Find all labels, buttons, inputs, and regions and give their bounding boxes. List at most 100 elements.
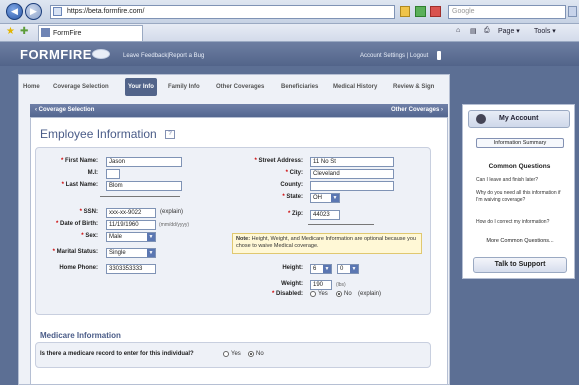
- more-questions-link[interactable]: More Common Questions...: [476, 238, 564, 244]
- weight-label: Weight:: [281, 281, 303, 287]
- optional-note: Note: Height, Weight, and Medicare Infor…: [232, 233, 422, 254]
- ssn-field[interactable]: xxx-xx-9022: [106, 208, 156, 218]
- talk-to-support-button[interactable]: Talk to Support: [473, 257, 567, 273]
- chevron-down-icon: ▼: [147, 249, 155, 257]
- mi-label: M.I:: [87, 170, 98, 176]
- first-name-label: * First Name:: [60, 158, 98, 164]
- marital-value: Single: [109, 250, 126, 256]
- state-value: OH: [313, 195, 322, 201]
- stop-icon[interactable]: [430, 6, 441, 17]
- print-icon[interactable]: ⎙: [484, 27, 490, 35]
- dob-label: * Date of Birth:: [55, 221, 98, 227]
- lock-icon[interactable]: [400, 6, 410, 17]
- height-inches-select[interactable]: 0 ▼: [337, 264, 359, 274]
- weight-unit: (lbs): [336, 282, 346, 288]
- search-input[interactable]: Google: [448, 5, 566, 19]
- dob-hint: (mm/dd/yyyy): [159, 222, 189, 228]
- faq-correct-link[interactable]: How do I correct my information?: [476, 219, 564, 226]
- tab-review-sign[interactable]: Review & Sign: [390, 78, 437, 96]
- chevron-down-icon: ▼: [323, 265, 331, 273]
- favicon-icon: [41, 28, 50, 37]
- state-label: * State:: [282, 194, 303, 200]
- sex-value: Male: [109, 234, 123, 240]
- city-label: * City:: [285, 170, 303, 176]
- tools-menu[interactable]: Tools ▾: [534, 27, 556, 35]
- sex-select[interactable]: Male ▼: [106, 232, 156, 242]
- disabled-yes-radio[interactable]: [310, 291, 316, 297]
- add-favorite-icon[interactable]: ✚: [20, 27, 28, 37]
- disabled-no-label: No: [344, 291, 352, 297]
- disabled-explain-link[interactable]: (explain): [358, 291, 381, 297]
- browser-tab[interactable]: FormFire: [38, 25, 143, 41]
- next-step-link[interactable]: Other Coverages ›: [391, 104, 443, 117]
- weight-field[interactable]: 190: [310, 280, 332, 290]
- user-icon: [437, 51, 441, 60]
- common-questions-heading: Common Questions: [488, 163, 551, 170]
- feeds-icon[interactable]: ▤: [470, 27, 477, 35]
- height-feet-select[interactable]: 6 ▼: [310, 264, 332, 274]
- height-inches-value: 0: [340, 266, 344, 272]
- help-icon[interactable]: ?: [165, 130, 175, 139]
- ssn-explain-link[interactable]: (explain): [160, 209, 183, 215]
- page-icon: [53, 7, 62, 16]
- refresh-icon[interactable]: [415, 6, 426, 17]
- marital-select[interactable]: Single ▼: [106, 248, 156, 258]
- zip-field[interactable]: 44023: [310, 210, 340, 220]
- feedback-link[interactable]: Leave Feedback|Report a Bug: [123, 53, 204, 59]
- medicare-yes-radio[interactable]: [223, 351, 229, 357]
- account-links[interactable]: Account Settings | Logout: [360, 53, 428, 59]
- divider: [308, 224, 374, 225]
- state-select[interactable]: OH ▼: [310, 193, 340, 203]
- street-label: * Street Address:: [254, 158, 303, 164]
- last-name-field[interactable]: Blom: [106, 181, 182, 191]
- ssn-label: * SSN:: [79, 209, 98, 215]
- sex-label: * Sex:: [81, 233, 98, 239]
- tab-family-info[interactable]: Family Info: [165, 78, 203, 96]
- mi-field[interactable]: [106, 169, 120, 179]
- street-field[interactable]: 11 No St: [310, 157, 394, 167]
- account-icon: [476, 114, 486, 124]
- tab-medical-history[interactable]: Medical History: [330, 78, 380, 96]
- county-field[interactable]: [310, 181, 394, 191]
- marital-label: * Marital Status:: [52, 249, 98, 255]
- tab-home[interactable]: Home: [20, 78, 43, 96]
- phone-field[interactable]: 3303353333: [106, 264, 156, 274]
- step-tabs: Home Coverage Selection Your Info Family…: [20, 78, 446, 96]
- zip-label: * Zip:: [287, 211, 303, 217]
- first-name-field[interactable]: Jason: [106, 157, 182, 167]
- back-icon[interactable]: ◀: [6, 3, 23, 20]
- faq-waive-link[interactable]: Why do you need all this information if …: [476, 190, 564, 203]
- medicare-yes-label: Yes: [231, 351, 241, 357]
- dob-field[interactable]: 11/19/1960: [106, 220, 156, 230]
- city-field[interactable]: Cleveland: [310, 169, 394, 179]
- tab-other-coverages[interactable]: Other Coverages: [213, 78, 267, 96]
- search-icon[interactable]: [568, 6, 577, 17]
- tab-your-info[interactable]: Your Info: [125, 78, 157, 96]
- prev-step-link[interactable]: ‹ Coverage Selection: [35, 107, 94, 113]
- height-label: Height:: [282, 265, 303, 271]
- chevron-down-icon: ▼: [350, 265, 358, 273]
- forward-icon[interactable]: ▶: [25, 3, 42, 20]
- medicare-no-radio[interactable]: [248, 351, 254, 357]
- page-title: Employee Information: [40, 127, 157, 141]
- tab-coverage-selection[interactable]: Coverage Selection: [50, 78, 112, 96]
- divider: [100, 196, 180, 197]
- favorites-star-icon[interactable]: ★: [6, 27, 15, 37]
- chevron-down-icon: ▼: [147, 233, 155, 241]
- tab-beneficiaries[interactable]: Beneficiaries: [278, 78, 321, 96]
- last-name-label: * Last Name:: [61, 182, 98, 188]
- info-summary-button[interactable]: Information Summary: [476, 138, 564, 148]
- disabled-yes-label: Yes: [318, 291, 328, 297]
- medicare-title: Medicare Information: [40, 331, 121, 340]
- page-menu[interactable]: Page ▾: [498, 27, 520, 35]
- formfire-logo[interactable]: FORMFIRE: [20, 47, 92, 62]
- chevron-down-icon: ▼: [331, 194, 339, 202]
- home-icon[interactable]: ⌂: [456, 27, 460, 34]
- disabled-no-radio[interactable]: [336, 291, 342, 297]
- medicare-question: Is there a medicare record to enter for …: [40, 351, 194, 357]
- phone-label: Home Phone:: [59, 265, 98, 271]
- faq-leave-link[interactable]: Can I leave and finish later?: [476, 177, 564, 184]
- step-nav-bar: ‹ Coverage Selection Other Coverages ›: [30, 104, 448, 117]
- county-label: County:: [280, 182, 303, 188]
- url-input[interactable]: https://beta.formfire.com/: [50, 5, 395, 19]
